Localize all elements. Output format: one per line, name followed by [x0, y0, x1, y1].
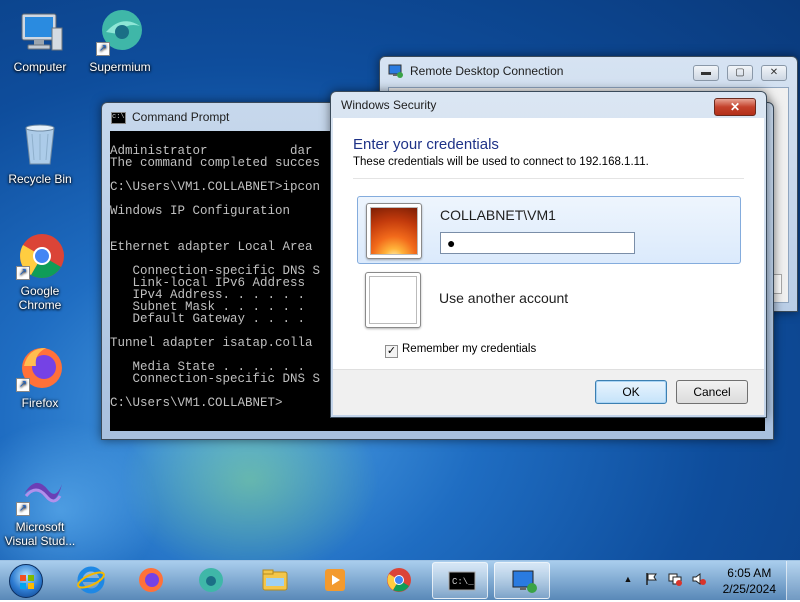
command-prompt-icon: C:\_	[448, 571, 476, 591]
shortcut-arrow-icon: ↗	[16, 266, 30, 280]
desktop-icon-label: Microsoft Visual Stud...	[4, 520, 76, 548]
flower-picture-icon	[370, 207, 418, 255]
desktop-icon-label: Recycle Bin	[8, 172, 72, 186]
rdc-close-button[interactable]: ✕	[761, 65, 787, 81]
recycle-bin-icon	[16, 120, 64, 168]
ok-button[interactable]: OK	[595, 380, 667, 404]
clock-date: 2/25/2024	[722, 582, 776, 596]
taskbar-media-player[interactable]	[306, 562, 362, 599]
desktop-icon-label: Google Chrome	[18, 284, 62, 312]
svg-text:C:\_: C:\_	[452, 577, 474, 587]
remember-label: Remember my credentials	[402, 343, 537, 355]
user-avatar	[366, 203, 422, 259]
taskbar-firefox[interactable]	[122, 562, 178, 599]
blank-avatar	[365, 272, 421, 328]
supermium-icon	[199, 568, 223, 592]
rdc-titlebar[interactable]: Remote Desktop Connection ▬ ▢ ✕	[380, 57, 797, 85]
security-titlebar[interactable]: Windows Security ✕	[331, 92, 766, 120]
network-icon[interactable]	[668, 572, 682, 586]
remote-desktop-icon	[512, 570, 537, 593]
desktop-icon-visual-studio[interactable]: ↗ Microsoft Visual Stud...	[0, 468, 80, 548]
dialog-subtext: These credentials will be used to connec…	[353, 156, 649, 168]
dialog-footer: OK Cancel	[333, 369, 764, 415]
visual-studio-icon: ↗	[16, 468, 64, 516]
desktop-icon-computer[interactable]: Computer	[0, 8, 80, 74]
start-button[interactable]	[4, 563, 48, 599]
supermium-icon: ↗	[96, 8, 144, 56]
cmd-app-icon: c:\	[111, 112, 126, 124]
empty-picture-icon	[369, 276, 417, 324]
desktop-icon-google-chrome[interactable]: ↗ Google Chrome	[0, 232, 80, 312]
desktop-icon-label: Firefox	[21, 396, 59, 410]
taskbar-google-chrome[interactable]	[370, 562, 426, 599]
action-center-flag-icon[interactable]	[644, 572, 658, 586]
windows-logo-icon	[9, 564, 43, 598]
rdc-app-icon	[388, 63, 404, 79]
account-tile-collabnet-vm1[interactable]: COLLABNET\VM1 ●	[357, 196, 741, 264]
use-another-account-label: Use another account	[439, 290, 569, 306]
chrome-icon	[387, 568, 411, 592]
taskbar: C:\_ ▲ 6:05 AM 2/25/2024	[0, 560, 800, 601]
security-close-button[interactable]: ✕	[714, 98, 756, 116]
rdc-title: Remote Desktop Connection	[410, 64, 564, 78]
taskbar-internet-explorer[interactable]	[62, 562, 118, 599]
chrome-icon: ↗	[16, 232, 64, 280]
system-clock[interactable]: 6:05 AM 2/25/2024	[723, 565, 776, 597]
taskbar-supermium[interactable]	[182, 562, 238, 599]
taskbar-file-explorer[interactable]	[246, 562, 302, 599]
desktop-icon-recycle-bin[interactable]: Recycle Bin	[0, 120, 80, 186]
shortcut-arrow-icon: ↗	[16, 502, 30, 516]
taskbar-command-prompt[interactable]: C:\_	[432, 562, 488, 599]
computer-icon	[16, 8, 64, 56]
desktop-icon-supermium[interactable]: ↗ Supermium	[80, 8, 160, 74]
firefox-icon: ↗	[16, 344, 64, 392]
shortcut-arrow-icon: ↗	[16, 378, 30, 392]
remember-credentials-row[interactable]: ✓ Remember my credentials	[385, 343, 536, 358]
dialog-heading: Enter your credentials	[353, 136, 499, 153]
media-player-icon	[325, 569, 345, 591]
remember-checkbox[interactable]: ✓	[385, 345, 398, 358]
desktop: Computer ↗ Supermium Recycle Bin ↗ Googl…	[0, 0, 800, 560]
account-tile-other[interactable]: Use another account	[357, 266, 741, 334]
account-username: COLLABNET\VM1	[440, 207, 556, 223]
cmd-title: Command Prompt	[132, 110, 230, 124]
dialog-separator	[353, 178, 744, 179]
firefox-icon	[139, 568, 163, 592]
show-desktop-button[interactable]	[786, 561, 800, 601]
desktop-icon-label: Supermium	[89, 60, 151, 74]
clock-time: 6:05 AM	[727, 566, 772, 580]
rdc-maximize-button[interactable]: ▢	[727, 65, 753, 81]
shortcut-arrow-icon: ↗	[96, 42, 110, 56]
windows-security-dialog[interactable]: Windows Security ✕ Enter your credential…	[330, 91, 767, 418]
security-title: Windows Security	[341, 98, 437, 112]
password-field[interactable]: ●	[440, 232, 635, 254]
volume-muted-icon[interactable]	[692, 572, 706, 586]
rdc-minimize-button[interactable]: ▬	[693, 65, 719, 81]
folder-icon	[262, 569, 288, 591]
desktop-icon-label: Computer	[13, 60, 67, 74]
taskbar-remote-desktop[interactable]	[494, 562, 550, 599]
show-hidden-icons-arrow[interactable]: ▲	[621, 572, 635, 586]
security-body: Enter your credentials These credentials…	[333, 118, 764, 415]
internet-explorer-icon	[77, 566, 105, 594]
cancel-button[interactable]: Cancel	[676, 380, 748, 404]
desktop-icon-firefox[interactable]: ↗ Firefox	[0, 344, 80, 410]
